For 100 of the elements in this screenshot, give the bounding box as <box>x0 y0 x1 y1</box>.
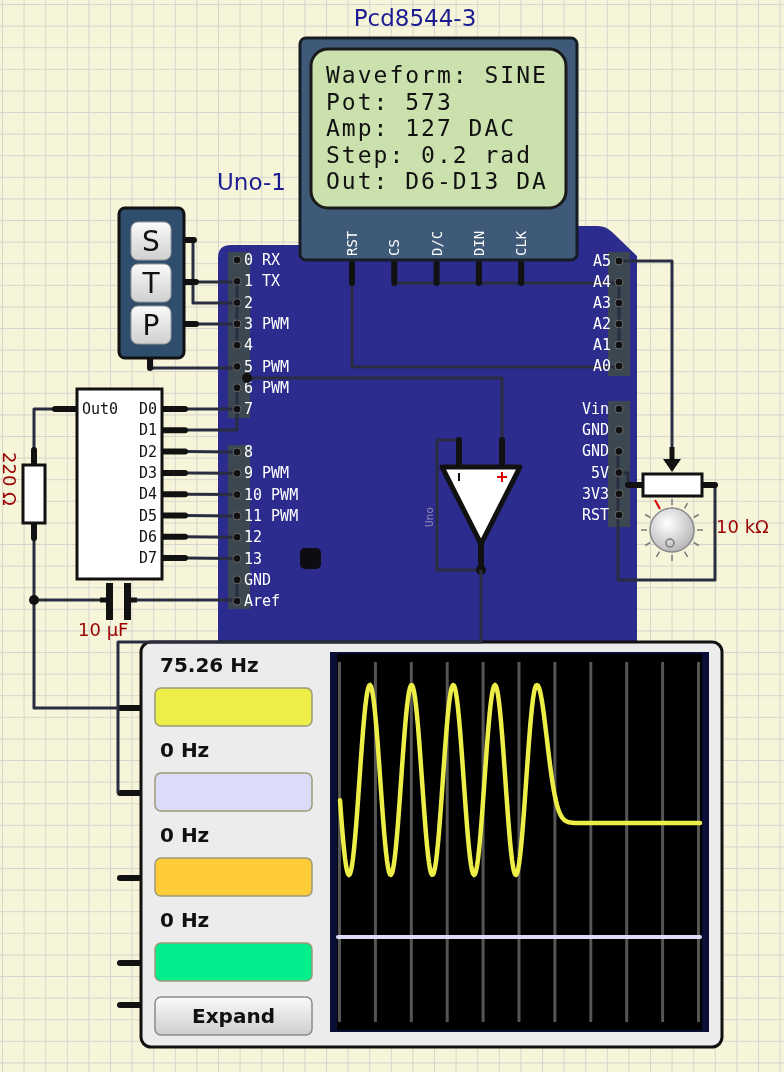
pin-icon <box>232 596 242 606</box>
pin-label: D2 <box>138 442 157 461</box>
pin-icon <box>614 489 624 499</box>
pin-label: 1 TX <box>244 272 281 291</box>
pin-icon <box>614 319 624 329</box>
key-button[interactable]: S <box>130 221 172 261</box>
channel-color-swatch[interactable] <box>154 687 313 727</box>
pin-icon <box>232 447 242 457</box>
pin-label: A5 <box>592 252 611 270</box>
pin-label: D1 <box>138 421 157 440</box>
pin-label: 3V3 <box>581 484 609 503</box>
lcd-text-line: Pot: 573 <box>326 88 453 115</box>
pin-label: A0 <box>592 357 611 375</box>
pin-icon <box>614 340 624 350</box>
pin-label: 7 <box>244 400 254 419</box>
frequency-label: 0 Hz <box>160 738 210 762</box>
pin-label: A1 <box>592 336 611 354</box>
pin-label: D6 <box>138 527 157 546</box>
pin-label: RST <box>581 506 609 524</box>
pin-label: 2 <box>244 293 254 312</box>
wire <box>32 407 55 450</box>
frequency-label: 75.26 Hz <box>160 653 259 677</box>
lcd-text-line: Out: D6-D13 DA <box>326 168 548 194</box>
pin-label: Out0 <box>82 400 119 418</box>
board-label: Uno-1 <box>217 169 286 195</box>
pin-label: D0 <box>138 400 157 418</box>
pin-label: 3 PWM <box>244 314 290 333</box>
op-amp-label: Uno <box>423 507 436 527</box>
pin-label: DIN <box>470 230 487 256</box>
pin-label: A2 <box>592 315 611 333</box>
pin-label: A3 <box>592 294 611 312</box>
frequency-label: 0 Hz <box>160 908 210 932</box>
pin-label: D3 <box>138 463 157 482</box>
pin-label: GND <box>581 421 609 440</box>
channel-color-swatch[interactable] <box>154 942 313 982</box>
pin-icon <box>232 319 242 329</box>
pin-icon <box>232 362 242 371</box>
pin-icon <box>232 511 242 521</box>
pin-icon <box>232 575 242 585</box>
minus-sign-icon <box>458 472 460 482</box>
pin-label: Aref <box>244 592 281 611</box>
pin-icon <box>614 446 624 456</box>
wire <box>185 450 236 454</box>
channel-color-swatch[interactable] <box>154 772 313 812</box>
pin-icon <box>232 532 242 542</box>
wire <box>185 514 236 518</box>
pin-icon <box>232 255 242 265</box>
pin-icon <box>232 298 242 308</box>
pin-label: GND <box>244 570 272 589</box>
pin-icon <box>614 256 624 266</box>
pin-icon <box>232 468 242 478</box>
pin-icon <box>614 468 624 478</box>
pin-label: D/C <box>428 230 445 256</box>
key-button[interactable]: T <box>130 263 172 303</box>
pin-icon <box>614 277 624 287</box>
pin-icon <box>232 404 242 414</box>
lcd-text-line: Step: 0.2 rad <box>326 141 532 168</box>
pin-icon <box>232 340 242 350</box>
pin-label: 5 PWM <box>244 357 290 376</box>
pin-icon <box>232 554 242 563</box>
channel-color-swatch[interactable] <box>154 857 313 897</box>
pin-icon <box>232 383 242 393</box>
pin-label: 11 PWM <box>244 506 299 525</box>
pin-label: GND <box>581 442 609 461</box>
pin-icon <box>614 404 624 414</box>
wire <box>185 556 236 560</box>
pin-label: 13 <box>244 549 263 568</box>
pin-icon <box>232 276 242 286</box>
pin-label: D5 <box>138 506 157 525</box>
pin-icon <box>614 425 624 435</box>
resistor-value: 220 Ω <box>0 452 20 506</box>
pin-icon <box>614 510 624 520</box>
pin-label: 12 <box>244 528 263 547</box>
wire <box>185 535 236 539</box>
lcd-label: Pcd8544-3 <box>353 5 477 31</box>
pin-label: 4 <box>244 336 254 355</box>
capacitor <box>100 583 137 620</box>
pin-icon <box>614 298 624 308</box>
knob-icon[interactable] <box>640 498 704 562</box>
pin-label: CLK <box>513 230 530 256</box>
pin-label: 10 PWM <box>244 485 299 504</box>
plus-sign-icon <box>496 471 508 483</box>
frequency-label: 0 Hz <box>160 823 210 847</box>
junction-dot-icon <box>29 595 39 605</box>
expand-button[interactable]: Expand <box>154 996 313 1036</box>
pin-label: 5V <box>590 463 609 482</box>
lcd-text-line: Waveform: SINE <box>326 62 548 88</box>
pin-label: 8 <box>244 443 254 461</box>
pin-label: D7 <box>138 549 157 568</box>
pin-icon <box>614 361 624 371</box>
pin-label: CS <box>386 239 403 256</box>
junction-dot-icon <box>242 373 252 383</box>
pin-label: RST <box>344 230 360 256</box>
pin-label: Vin <box>581 400 609 418</box>
pin-label: A4 <box>592 273 611 291</box>
lcd-text-line: Amp: 127 DAC <box>326 115 517 141</box>
capacitor-value: 10 µF <box>78 619 129 640</box>
key-button[interactable]: P <box>130 305 172 345</box>
pin-icon <box>232 490 242 500</box>
potentiometer-value: 10 kΩ <box>716 516 769 537</box>
